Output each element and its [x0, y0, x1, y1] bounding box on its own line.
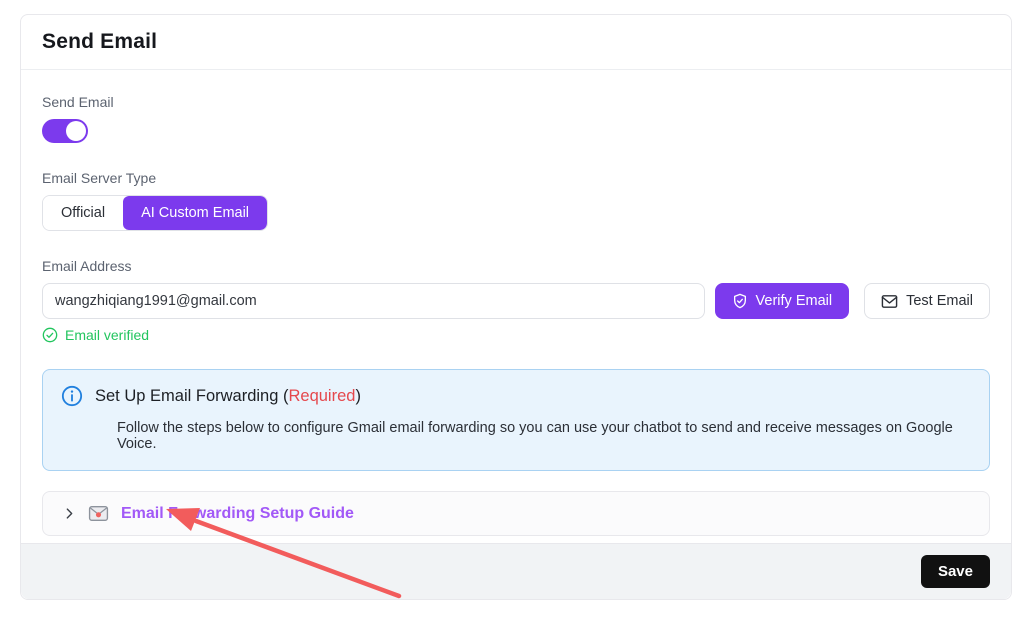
- email-emoji-icon: [88, 505, 109, 522]
- shield-check-icon: [732, 293, 748, 309]
- send-email-toggle-label: Send Email: [42, 94, 990, 110]
- info-title: Set Up Email Forwarding (Required): [95, 387, 361, 406]
- send-email-settings-page: Send Email Send Email Email Server Type …: [0, 0, 1015, 624]
- card-header: Send Email: [21, 15, 1011, 70]
- email-forwarding-guide-expander[interactable]: Email Forwarding Setup Guide: [42, 491, 990, 536]
- email-verified-text: Email verified: [65, 327, 149, 343]
- verify-email-label: Verify Email: [756, 293, 833, 309]
- email-verified-status: Email verified: [42, 327, 990, 343]
- info-title-close: ): [355, 387, 361, 405]
- send-email-toggle[interactable]: [42, 119, 88, 143]
- guide-link-label[interactable]: Email Forwarding Setup Guide: [121, 505, 354, 523]
- server-type-segmented-control: Official AI Custom Email: [42, 195, 268, 231]
- check-circle-icon: [42, 327, 58, 343]
- test-email-label: Test Email: [906, 293, 973, 309]
- info-icon: [61, 385, 83, 407]
- verify-email-button[interactable]: Verify Email: [715, 283, 850, 319]
- info-required-text: Required: [288, 387, 355, 405]
- card-footer: Save: [21, 543, 1011, 599]
- toggle-knob: [66, 121, 86, 141]
- server-type-option-official[interactable]: Official: [43, 196, 123, 230]
- email-address-label: Email Address: [42, 258, 990, 274]
- info-title-row: Set Up Email Forwarding (Required): [61, 385, 971, 407]
- email-address-input[interactable]: [42, 283, 705, 319]
- page-title: Send Email: [42, 30, 157, 54]
- email-row: Verify Email Test Email: [42, 283, 990, 319]
- server-type-option-ai-custom-email[interactable]: AI Custom Email: [123, 196, 267, 230]
- info-title-text: Set Up Email Forwarding (: [95, 387, 288, 405]
- card-body: Send Email Email Server Type Official AI…: [21, 70, 1011, 536]
- envelope-icon: [881, 294, 898, 309]
- send-email-card: Send Email Send Email Email Server Type …: [20, 14, 1012, 600]
- info-body-text: Follow the steps below to configure Gmai…: [117, 420, 971, 452]
- test-email-button[interactable]: Test Email: [864, 283, 990, 319]
- server-type-label: Email Server Type: [42, 170, 990, 186]
- forwarding-info-callout: Set Up Email Forwarding (Required) Follo…: [42, 369, 990, 471]
- chevron-right-icon[interactable]: [63, 507, 76, 520]
- save-button[interactable]: Save: [921, 555, 990, 588]
